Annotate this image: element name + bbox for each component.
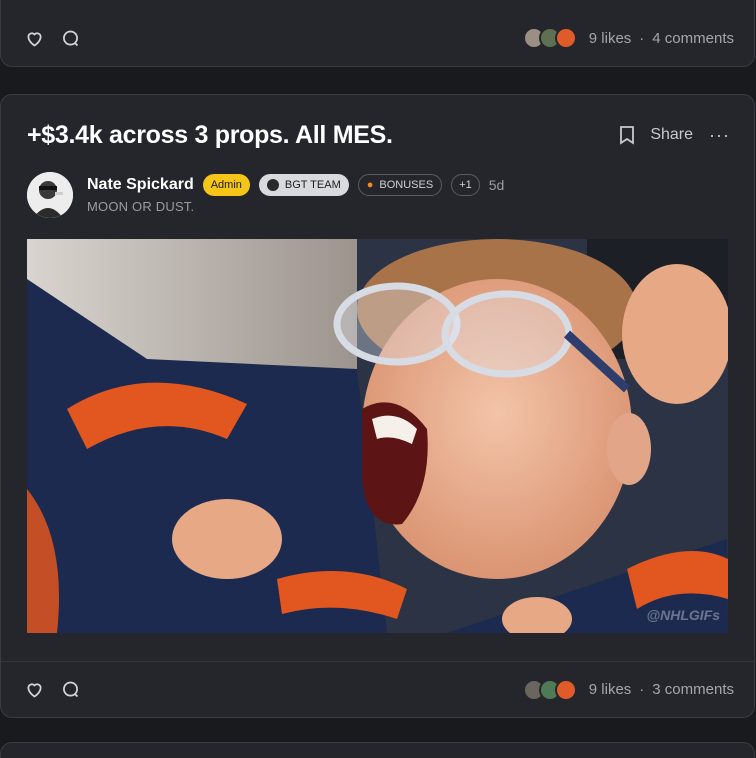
heart-icon — [26, 683, 42, 698]
author-name[interactable]: Nate Spickard — [87, 176, 194, 194]
comment-icon — [62, 681, 78, 698]
avatar — [554, 27, 577, 49]
comment-button[interactable] — [59, 27, 81, 49]
likes-count[interactable]: 9 likes — [589, 681, 632, 698]
team-badge[interactable]: BGT TEAM — [258, 174, 349, 196]
heart-icon — [26, 31, 42, 47]
share-label: Share — [650, 126, 694, 143]
comment-button[interactable] — [59, 679, 81, 701]
bonuses-badge[interactable]: ● BONUSES — [357, 174, 443, 196]
author-tagline: MOON OR DUST. — [87, 199, 195, 214]
avatar — [554, 678, 577, 701]
post-card: +$3.4k across 3 props. All MES. Share ··… — [0, 94, 755, 718]
likes-count[interactable]: 9 likes — [589, 30, 632, 47]
reactor-avatars[interactable] — [522, 678, 577, 701]
fire-icon: ● — [366, 179, 374, 191]
post-header: +$3.4k across 3 props. All MES. Share ··… — [27, 117, 730, 153]
like-button[interactable] — [23, 679, 45, 701]
post-footer: 9 likes · 3 comments — [1, 661, 754, 717]
author-row: Nate Spickard Admin BGT TEAM ● BONUSES +… — [87, 174, 504, 196]
media-watermark: @NHLGIFs — [646, 607, 720, 623]
more-options-icon[interactable]: ··· — [709, 125, 730, 146]
separator: · — [639, 29, 645, 47]
post-card-next — [0, 742, 755, 758]
admin-badge: Admin — [202, 174, 250, 196]
comments-count[interactable]: 4 comments — [652, 30, 734, 47]
share-button[interactable]: Share — [618, 125, 693, 145]
reactor-avatars[interactable] — [522, 27, 577, 49]
team-badge-label: BGT TEAM — [284, 179, 341, 191]
avatar[interactable] — [27, 172, 73, 218]
post-media-gif[interactable]: @NHLGIFs — [27, 239, 728, 633]
bonuses-badge-label: BONUSES — [379, 179, 434, 191]
comments-count[interactable]: 3 comments — [652, 681, 734, 698]
bookmark-icon — [620, 126, 635, 145]
post-title[interactable]: +$3.4k across 3 props. All MES. — [27, 121, 393, 150]
cheering-kid-image — [27, 239, 728, 633]
author-block: Nate Spickard Admin BGT TEAM ● BONUSES +… — [27, 172, 730, 218]
team-logo-icon — [266, 179, 279, 191]
more-badges-button[interactable]: +1 — [451, 174, 480, 196]
post-card-previous: 9 likes · 4 comments — [0, 0, 755, 67]
like-button[interactable] — [23, 27, 45, 49]
post-footer: 9 likes · 4 comments — [1, 10, 754, 66]
post-time: 5d — [488, 177, 505, 193]
separator: · — [639, 681, 645, 698]
comment-icon — [62, 30, 78, 46]
